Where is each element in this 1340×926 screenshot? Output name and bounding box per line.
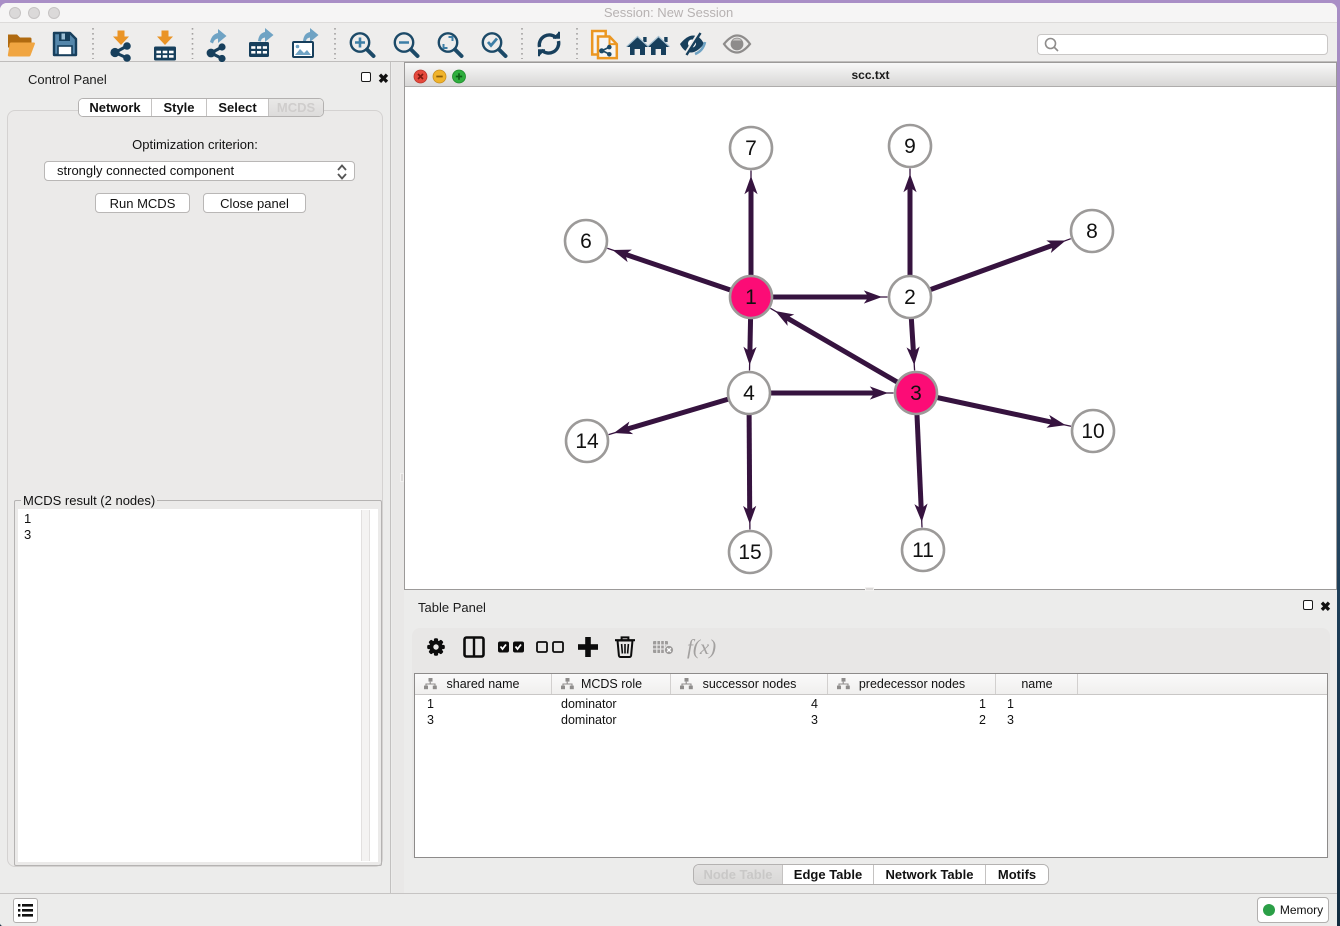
svg-text:11: 11 (912, 539, 934, 562)
svg-text:1: 1 (745, 286, 757, 309)
svg-text:3: 3 (910, 382, 922, 405)
svg-text:15: 15 (738, 541, 761, 564)
svg-text:8: 8 (1086, 220, 1098, 243)
svg-text:10: 10 (1081, 420, 1104, 443)
svg-text:6: 6 (580, 230, 592, 253)
svg-text:14: 14 (575, 430, 599, 453)
svg-text:7: 7 (745, 137, 757, 160)
svg-text:2: 2 (904, 286, 916, 309)
svg-text:4: 4 (743, 382, 755, 405)
svg-text:9: 9 (904, 135, 916, 158)
svg-text:f(x): f(x) (687, 635, 716, 659)
